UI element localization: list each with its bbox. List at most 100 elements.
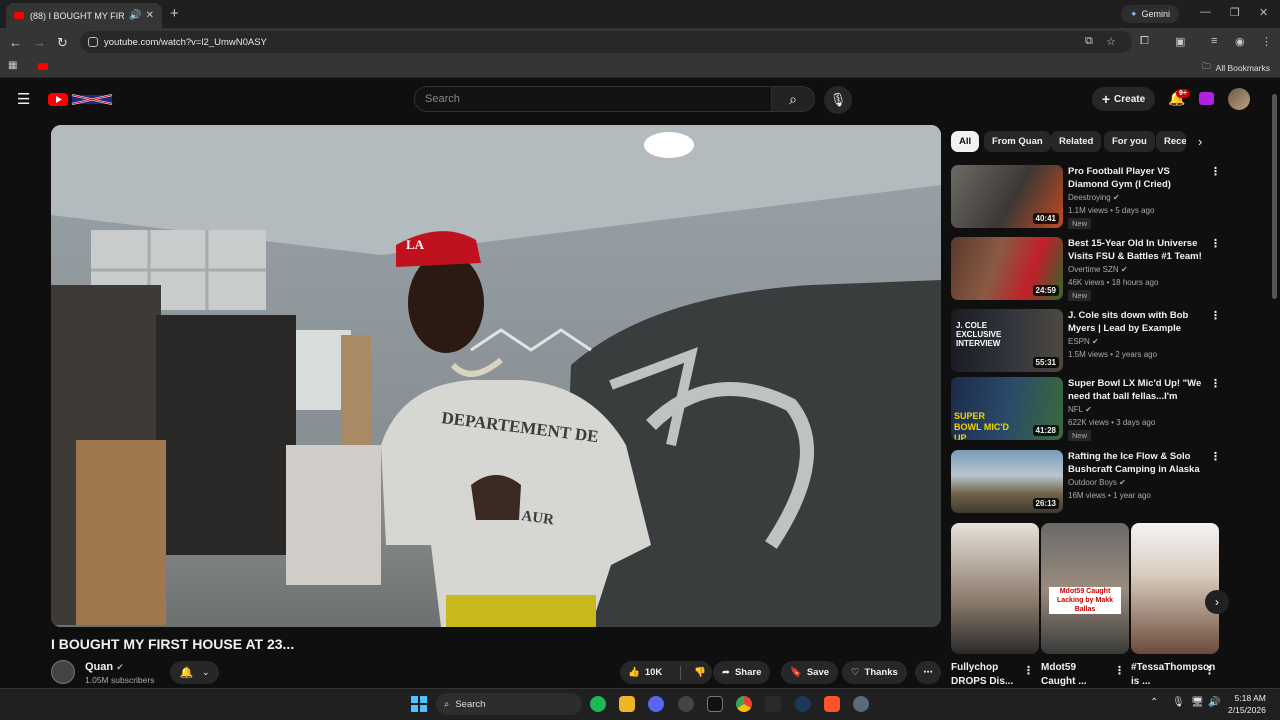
forward-icon[interactable]: → — [33, 35, 46, 50]
recommendation-item[interactable]: 40:41 Pro Football Player VS Diamond Gym… — [951, 165, 1221, 229]
epic-games-icon[interactable] — [707, 696, 723, 712]
video-thumbnail[interactable]: 40:41 — [951, 165, 1063, 228]
youtube-logo[interactable] — [48, 92, 114, 107]
search-icon: ⌕ — [444, 698, 450, 710]
like-button[interactable]: 👍 10K — [620, 667, 675, 678]
discord-icon[interactable] — [648, 696, 664, 712]
tab-search-icon[interactable]: ▣ — [1175, 35, 1185, 48]
windows-start-icon[interactable] — [411, 696, 427, 712]
save-button[interactable]: 🔖 Save — [781, 661, 839, 684]
channel-name[interactable]: Quan ✔ — [85, 661, 124, 673]
new-tab-button[interactable]: + — [170, 5, 179, 22]
subscriber-count: 1.05M subscribers — [85, 675, 155, 685]
system-tray-chevron-icon[interactable]: ⌃ — [1150, 697, 1158, 708]
create-button[interactable]: + Create — [1092, 87, 1155, 111]
back-icon[interactable]: ← — [9, 35, 22, 50]
search-button[interactable]: ⌕ — [771, 86, 815, 112]
recommendation-meta: 46K views • 18 hours ago — [1068, 278, 1159, 287]
media-controls-icon[interactable]: ≡ — [1211, 35, 1217, 47]
all-bookmarks-button[interactable]: 🗀 All Bookmarks — [1202, 61, 1270, 75]
duration-badge: 26:13 — [1032, 498, 1059, 509]
close-tab-icon[interactable]: ✕ — [146, 10, 154, 21]
network-icon[interactable]: 🖥 — [1191, 697, 1204, 708]
voice-search-button[interactable]: 🎙 — [824, 86, 852, 114]
restore-icon[interactable]: ❐ — [1230, 6, 1240, 19]
window-close-icon[interactable]: ✕ — [1259, 6, 1268, 19]
more-vertical-icon[interactable]: ⋮ — [1023, 664, 1034, 677]
short-thumbnail[interactable] — [1131, 523, 1219, 654]
minimize-icon[interactable]: — — [1200, 6, 1211, 18]
more-vertical-icon[interactable]: ⋮ — [1210, 377, 1221, 390]
chip-all[interactable]: All — [951, 131, 980, 152]
tray-microphone-icon[interactable]: 🎙 — [1172, 697, 1185, 708]
site-settings-icon[interactable] — [88, 37, 98, 47]
recommendation-item[interactable]: 24:59 Best 15-Year Old In Universe Visit… — [951, 237, 1221, 301]
github-desktop-icon[interactable] — [678, 696, 694, 712]
more-vertical-icon[interactable]: ⋮ — [1210, 237, 1221, 250]
recommendation-item[interactable]: J. COLE EXCLUSIVE INTERVIEW 55:31 J. Col… — [951, 309, 1221, 373]
video-thumbnail[interactable]: J. COLE EXCLUSIVE INTERVIEW 55:31 — [951, 309, 1063, 372]
more-vertical-icon[interactable]: ⋮ — [1114, 664, 1125, 677]
profile-icon[interactable]: ◉ — [1235, 35, 1245, 48]
shorts-next-button[interactable]: › — [1205, 590, 1229, 614]
apps-grid-icon[interactable]: ▦ — [8, 60, 17, 71]
gemini-button[interactable]: ✦ Gemini — [1121, 5, 1179, 23]
youtube-bookmark-icon[interactable] — [38, 63, 48, 70]
verified-icon: ✔ — [1112, 193, 1120, 202]
browser-menu-icon[interactable]: ⋮ — [1261, 35, 1272, 48]
page-scrollbar[interactable] — [1272, 94, 1277, 299]
more-vertical-icon[interactable]: ⋮ — [1210, 309, 1221, 322]
chips-next-icon[interactable]: › — [1198, 134, 1202, 149]
extensions-icon[interactable]: ⧠ — [1140, 35, 1149, 48]
account-avatar[interactable] — [1228, 88, 1250, 110]
short-title[interactable]: Mdot59 Caught ... — [1041, 661, 1113, 689]
video-thumbnail[interactable]: 26:13 — [951, 450, 1063, 513]
search-input[interactable]: Search — [414, 86, 772, 112]
recommendation-item[interactable]: SUPER BOWL MIC'D UP 41:28 Super Bowl LX … — [951, 377, 1221, 441]
duration-badge: 24:59 — [1032, 285, 1059, 296]
more-vertical-icon[interactable]: ⋮ — [1210, 165, 1221, 178]
share-button[interactable]: ➦ Share — [713, 661, 771, 684]
chip-related[interactable]: Related — [1051, 131, 1102, 152]
settings-gear-icon[interactable] — [853, 696, 869, 712]
short-thumbnail[interactable] — [951, 523, 1039, 654]
short-title[interactable]: Fullychop DROPS Dis... — [951, 661, 1023, 689]
taskbar-search[interactable]: ⌕ Search — [436, 693, 582, 715]
file-explorer-icon[interactable] — [619, 696, 635, 712]
more-vertical-icon[interactable]: ⋮ — [1204, 664, 1215, 677]
clock-date: 2/15/2026 — [1228, 705, 1266, 715]
steam-icon[interactable] — [795, 696, 811, 712]
system-clock[interactable]: 5:18 AM 2/15/2026 — [1228, 692, 1266, 716]
install-app-icon[interactable]: ⧉ — [1085, 35, 1093, 48]
short-caption: Mdot59 Caught Lacking by Makk Ballas — [1049, 587, 1121, 614]
brave-icon[interactable] — [824, 696, 840, 712]
video-thumbnail[interactable]: 24:59 — [951, 237, 1063, 300]
video-player[interactable]: DEPARTEMENT DE AUR LA — [51, 125, 941, 627]
chip-from-quan[interactable]: From Quan — [984, 131, 1051, 152]
dislike-button[interactable]: 👎 — [686, 667, 706, 678]
short-title[interactable]: #TessaThompson is ... — [1131, 661, 1215, 689]
youtube-premium-icon[interactable] — [1199, 92, 1214, 105]
thanks-button[interactable]: ♡ Thanks — [842, 661, 907, 684]
browser-tab[interactable]: (88) I BOUGHT MY FIRST H 🔊 ✕ — [6, 3, 162, 28]
chrome-icon[interactable] — [736, 696, 752, 712]
short-thumbnail[interactable]: Mdot59 Caught Lacking by Makk Ballas — [1041, 523, 1129, 654]
bookmark-star-icon[interactable]: ☆ — [1106, 35, 1116, 48]
more-actions-button[interactable]: ⋯ — [915, 661, 941, 684]
verified-icon: ✔ — [1120, 265, 1128, 274]
recommendation-item[interactable]: 26:13 Rafting the Ice Flow & Solo Bushcr… — [951, 450, 1221, 514]
volume-icon[interactable]: 🔊 — [1208, 697, 1220, 708]
chip-recent[interactable]: Rece — [1156, 131, 1186, 152]
hamburger-menu-icon[interactable]: ☰ — [17, 90, 30, 108]
speaker-icon[interactable]: 🔊 — [129, 10, 141, 21]
reload-icon[interactable]: ↻ — [57, 35, 68, 51]
more-vertical-icon[interactable]: ⋮ — [1210, 450, 1221, 463]
address-bar[interactable]: youtube.com/watch?v=l2_UmwN0ASY — [80, 31, 1132, 53]
video-thumbnail[interactable]: SUPER BOWL MIC'D UP 41:28 — [951, 377, 1063, 440]
spotify-icon[interactable] — [590, 696, 606, 712]
subscribed-notifications-button[interactable]: 🔔 ⌄ — [170, 661, 219, 684]
recommendation-title: Pro Football Player VS Diamond Gym (I Cr… — [1068, 166, 1171, 190]
chip-for-you[interactable]: For you — [1104, 131, 1155, 152]
g-hub-icon[interactable] — [765, 696, 781, 712]
channel-avatar[interactable] — [51, 660, 75, 684]
